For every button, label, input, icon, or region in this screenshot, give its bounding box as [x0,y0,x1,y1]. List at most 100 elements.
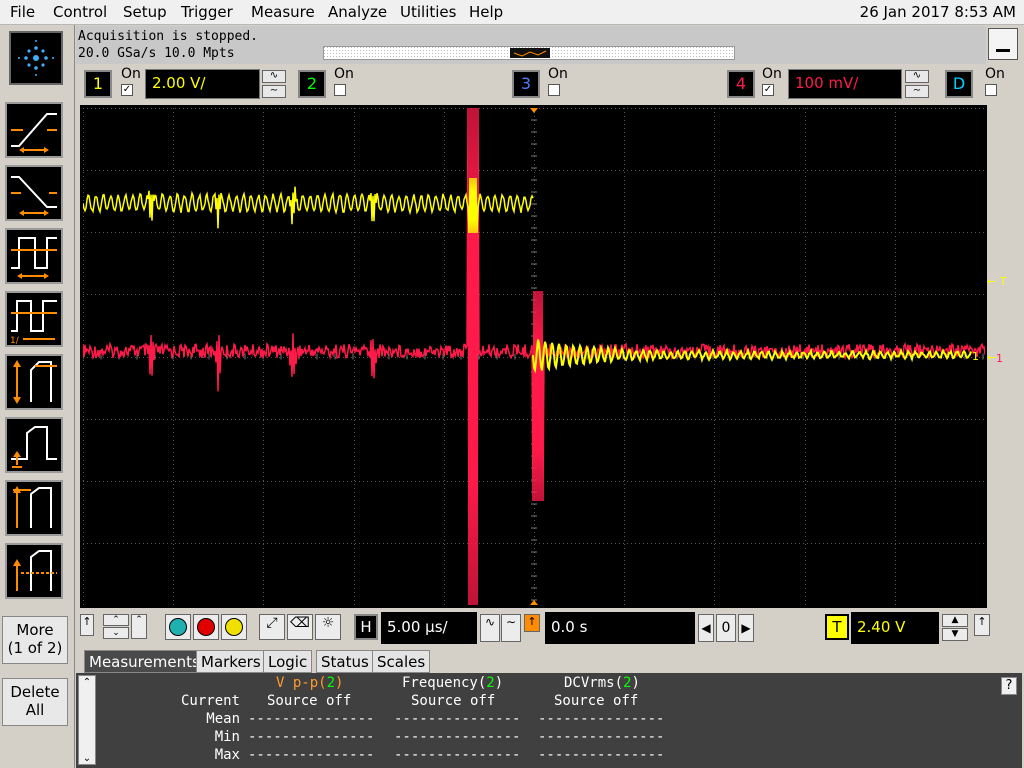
trigger-setup-hold-icon[interactable] [5,480,63,536]
auto-scale-icon[interactable]: ⤢ [259,614,285,640]
scroll-down-arrow-icon[interactable]: ⌄ [79,753,95,764]
digital-channel-button[interactable]: D [945,70,973,98]
scroll-up-button[interactable]: ⌃ [103,614,129,626]
minimize-button[interactable] [988,28,1018,60]
trigger-rise-time-icon[interactable] [5,354,63,410]
channel-2-checkbox[interactable] [334,84,346,96]
horizontal-delay[interactable]: 0.0 s [545,612,695,644]
delay-reference-icon[interactable]: ↑ [524,614,540,632]
channel-1-offset-arrow[interactable]: ← [987,351,996,364]
more-label: More [16,621,54,639]
scroll-down-button[interactable]: ⌄ [103,627,129,639]
trigger-level-up-button[interactable]: ▲ [942,614,968,627]
horizontal-scale[interactable]: 5.00 µs/ [381,612,477,644]
more-page-label: (1 of 2) [7,639,63,657]
tab-scales[interactable]: Scales [372,650,431,673]
channel-1-on-label: On [121,66,141,82]
channel-4-ground-marker[interactable]: 1 [996,352,1003,365]
delete-label: Delete [10,683,60,701]
channel-4-scale-coarse-button[interactable]: ∿ [905,70,929,83]
row-label-current: Current [180,693,240,709]
delete-all-button[interactable]: Delete All [2,678,68,726]
menu-help[interactable]: Help [469,3,503,21]
trigger-level[interactable]: 2.40 V [851,612,939,644]
channel-2-button[interactable]: 2 [298,70,326,98]
horizontal-fine-button[interactable]: ∼ [501,614,521,642]
expand-button[interactable]: ⌃ [131,614,147,639]
delay-zero-button[interactable]: 0 [716,614,736,642]
menu-setup[interactable]: Setup [123,3,167,21]
frequency-current: Source off [411,693,496,709]
brand-logo-icon[interactable] [9,31,63,85]
vpp-max: --------------- [248,747,375,763]
trigger-rising-edge-icon[interactable] [5,102,63,158]
horizontal-coarse-button[interactable]: ∿ [480,614,500,642]
trigger-position-top-marker[interactable] [530,108,538,113]
channel-4-scale-fine-button[interactable]: ∼ [905,85,929,98]
trigger-level-marker[interactable]: ← T [987,275,1006,288]
delay-left-button[interactable]: ◀ [698,614,714,642]
tab-logic[interactable]: Logic [263,650,313,673]
channel-4-button[interactable]: 4 [727,70,755,98]
trigger-level-down-button[interactable]: ▼ [942,628,968,641]
scroll-up-arrow-icon[interactable]: ⌃ [79,676,95,690]
channel-3-checkbox[interactable] [548,84,560,96]
sample-rate-memory: 20.0 GSa/s 10.0 Mpts [78,46,235,61]
trigger-runt-icon[interactable] [5,417,63,473]
delete-sub-label: All [25,701,45,719]
tab-status[interactable]: Status [316,650,374,673]
dcvrms-max: --------------- [538,747,665,763]
vpp-current: Source off [267,693,352,709]
menu-control[interactable]: Control [53,3,107,21]
row-label-max: Max [214,747,240,763]
pin-icon[interactable]: ↑ [80,614,94,636]
vpp-mean: --------------- [248,711,375,727]
menu-file[interactable]: File [10,3,35,21]
acquisition-state: Acquisition is stopped. [78,29,259,44]
tab-measurements[interactable]: Measurements [84,650,205,673]
channel-1-checkbox[interactable]: ✓ [121,84,133,96]
trigger-position-bottom-marker[interactable] [530,600,538,605]
delay-right-button[interactable]: ▶ [738,614,754,642]
menu-bar: File Control Setup Trigger Measure Analy… [0,0,1024,25]
channel-1-button[interactable]: 1 [84,70,112,98]
trigger-falling-edge-icon[interactable] [5,165,63,221]
trigger-period-icon[interactable]: 1/ [5,291,63,347]
trigger-button[interactable]: T [825,614,849,640]
measurements-scrollbar[interactable]: ⌃ ⌄ [78,675,96,765]
row-label-min: Min [214,729,240,745]
trigger-pulse-width-icon[interactable] [5,228,63,284]
channel-3-button[interactable]: 3 [512,70,540,98]
channel-4-checkbox[interactable]: ✓ [762,84,774,96]
channel-1-scale-fine-button[interactable]: ∼ [262,85,286,98]
frequency-min: --------------- [394,729,521,745]
default-setup-icon[interactable]: ☼ [315,614,341,640]
channel-4-scale[interactable]: 100 mV/ [788,69,902,99]
single-yellow-button[interactable] [221,614,247,640]
stop-red-button[interactable] [193,614,219,640]
trigger-transition-icon[interactable] [5,543,63,599]
menu-trigger[interactable]: Trigger [181,3,233,21]
help-icon[interactable]: ? [1001,677,1017,695]
channel-1-scale-coarse-button[interactable]: ∿ [262,70,286,83]
menu-utilities[interactable]: Utilities [400,3,456,21]
channel-1-scale[interactable]: 2.00 V/ [145,69,260,99]
frequency-mean: --------------- [394,711,521,727]
more-button[interactable]: More (1 of 2) [2,616,68,664]
clear-display-icon[interactable]: ⌫ [287,614,313,640]
menu-measure[interactable]: Measure [251,3,315,21]
run-cyan-button[interactable] [165,614,191,640]
tab-markers[interactable]: Markers [196,650,266,673]
digital-on-label: On [985,66,1005,82]
channel-1-trace-pre-trigger [83,177,534,234]
horizontal-button[interactable]: H [354,614,378,640]
trigger-pin-icon[interactable]: ↑ [974,614,990,636]
svg-text:1/: 1/ [10,336,20,345]
channel-3-on-label: On [548,66,568,82]
row-label-mean: Mean [206,711,240,727]
menu-analyze[interactable]: Analyze [328,3,387,21]
channel-1-ground-marker[interactable]: 1 [972,350,979,363]
digital-checkbox[interactable] [985,84,997,96]
memory-overview-bar[interactable] [323,46,735,60]
dcvrms-min: --------------- [538,729,665,745]
